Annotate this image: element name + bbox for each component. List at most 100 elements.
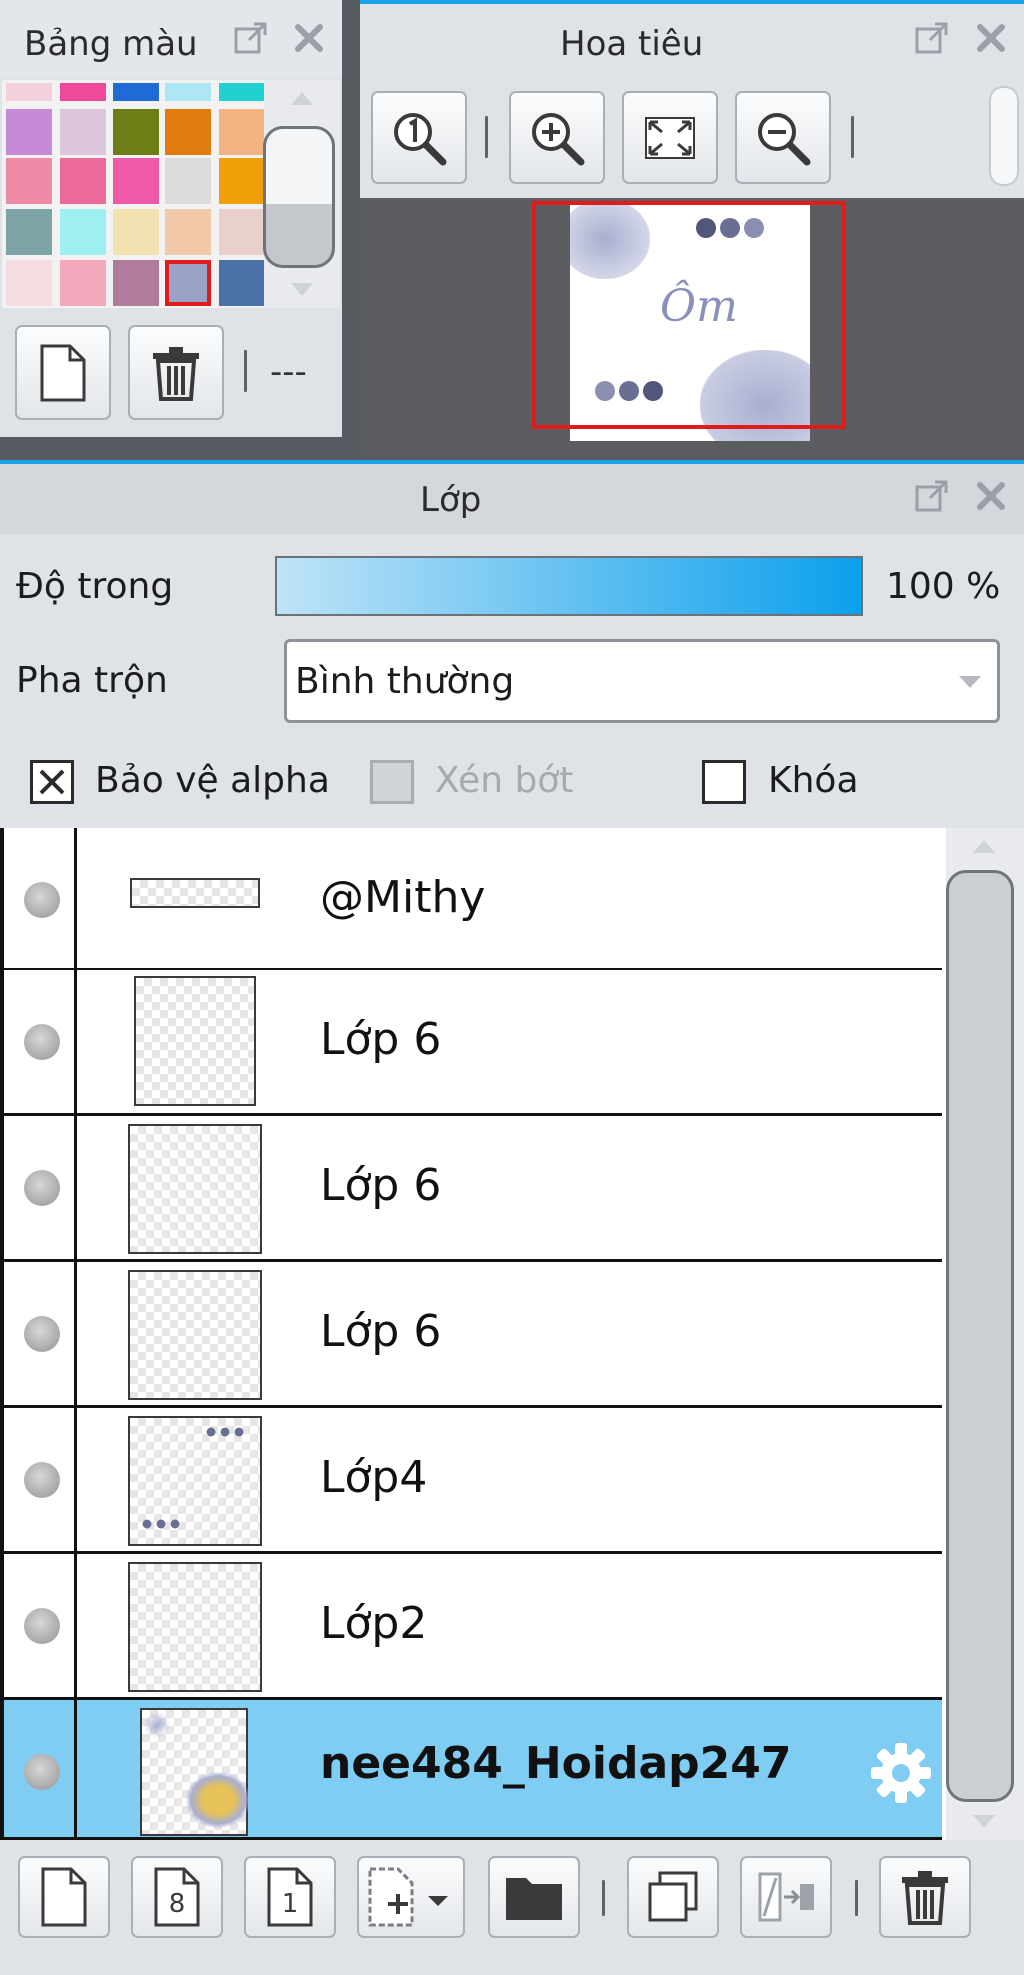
palette-add-color-button[interactable] bbox=[15, 325, 111, 420]
color-swatch[interactable] bbox=[165, 209, 211, 255]
layers-title: Lớp bbox=[420, 480, 482, 520]
blend-mode-select[interactable]: Bình thường bbox=[284, 639, 1000, 723]
color-swatch[interactable] bbox=[60, 83, 106, 101]
palette-close-button[interactable] bbox=[286, 15, 332, 61]
palette-float-button[interactable] bbox=[228, 15, 274, 61]
visibility-toggle[interactable] bbox=[24, 1608, 60, 1644]
color-swatch[interactable] bbox=[6, 260, 52, 306]
visibility-toggle[interactable] bbox=[24, 1754, 60, 1790]
palette-delete-color-button[interactable] bbox=[128, 325, 224, 420]
protect-alpha-label: Bảo vệ alpha bbox=[95, 760, 330, 801]
new-layer-button[interactable] bbox=[18, 1856, 110, 1938]
layer-row[interactable]: Lớp4 bbox=[4, 1408, 942, 1554]
new-page-icon bbox=[41, 1867, 87, 1927]
scroll-down-arrow-icon[interactable] bbox=[970, 1812, 998, 1832]
opacity-slider[interactable] bbox=[275, 556, 863, 616]
color-swatch[interactable] bbox=[60, 260, 106, 306]
lock-checkbox[interactable] bbox=[702, 760, 746, 804]
blend-mode-label: Pha trộn bbox=[16, 660, 168, 701]
merge-down-button[interactable] bbox=[740, 1856, 832, 1938]
layers-close-button[interactable] bbox=[968, 473, 1014, 519]
row-divider bbox=[74, 970, 77, 1113]
layer-name: Lớp 6 bbox=[320, 1014, 442, 1065]
color-swatch[interactable] bbox=[60, 158, 106, 204]
new-8bit-layer-icon: 8 bbox=[154, 1867, 200, 1927]
popout-icon bbox=[915, 22, 948, 54]
new-1bit-layer-icon: 1 bbox=[267, 1867, 313, 1927]
layer-row[interactable]: Lớp 6 bbox=[4, 1116, 942, 1262]
navigator-close-button[interactable] bbox=[968, 15, 1014, 61]
palette-scroll-thumb[interactable] bbox=[263, 126, 335, 268]
color-swatch[interactable] bbox=[219, 260, 265, 306]
popout-icon bbox=[234, 22, 267, 54]
new-folder-button[interactable] bbox=[488, 1856, 580, 1938]
scroll-up-arrow-icon[interactable] bbox=[288, 88, 316, 108]
layers-float-button[interactable] bbox=[909, 473, 955, 519]
gear-icon[interactable] bbox=[866, 1738, 936, 1808]
visibility-toggle[interactable] bbox=[24, 1170, 60, 1206]
visibility-toggle[interactable] bbox=[24, 1316, 60, 1352]
zoom-out-button[interactable] bbox=[735, 91, 831, 184]
navigator-title: Hoa tiêu bbox=[560, 24, 704, 64]
scroll-up-arrow-icon[interactable] bbox=[970, 836, 998, 856]
layers-header bbox=[0, 464, 1024, 534]
new-8bit-layer-label: 8 bbox=[169, 1889, 186, 1919]
color-swatch[interactable] bbox=[60, 109, 106, 155]
layer-row[interactable]: nee484_Hoidap247 bbox=[4, 1700, 942, 1840]
color-swatch[interactable] bbox=[219, 109, 265, 155]
palette-dash: --- bbox=[270, 352, 307, 392]
new-1bit-layer-button[interactable]: 1 bbox=[244, 1856, 336, 1938]
color-swatch[interactable] bbox=[113, 158, 159, 204]
folder-icon bbox=[506, 1878, 562, 1920]
color-swatch[interactable] bbox=[113, 260, 159, 306]
lock-label: Khóa bbox=[768, 760, 859, 801]
nav-separator-1 bbox=[485, 116, 488, 158]
layer-thumbnail bbox=[140, 1708, 250, 1836]
add-layer-dropdown-button[interactable] bbox=[357, 1856, 465, 1938]
row-divider bbox=[74, 1700, 77, 1837]
color-swatch[interactable] bbox=[6, 158, 52, 204]
chevron-down-icon bbox=[959, 676, 981, 688]
color-swatch[interactable] bbox=[219, 158, 265, 204]
delete-layer-button[interactable] bbox=[879, 1856, 971, 1938]
navigator-scroll-handle[interactable] bbox=[989, 86, 1019, 186]
color-swatch[interactable] bbox=[113, 209, 159, 255]
visibility-toggle[interactable] bbox=[24, 1462, 60, 1498]
color-swatch[interactable] bbox=[165, 109, 211, 155]
layer-name: @Mithy bbox=[320, 872, 486, 923]
merge-down-icon bbox=[758, 1872, 814, 1922]
layer-row[interactable]: Lớp2 bbox=[4, 1554, 942, 1700]
layer-row[interactable]: Lớp 6 bbox=[4, 970, 942, 1116]
color-swatch[interactable] bbox=[6, 83, 52, 101]
zoom-in-button[interactable] bbox=[509, 91, 605, 184]
close-icon bbox=[295, 24, 323, 52]
color-swatch[interactable] bbox=[165, 158, 211, 204]
row-divider bbox=[74, 1554, 77, 1697]
fit-to-window-button[interactable] bbox=[622, 91, 718, 184]
color-swatch[interactable] bbox=[6, 109, 52, 155]
color-swatch[interactable] bbox=[113, 83, 159, 101]
duplicate-layer-button[interactable] bbox=[627, 1856, 719, 1938]
scroll-down-arrow-icon[interactable] bbox=[288, 280, 316, 300]
layer-thumbnail bbox=[134, 976, 256, 1106]
color-swatch[interactable] bbox=[219, 209, 265, 255]
color-swatch[interactable] bbox=[60, 209, 106, 255]
protect-alpha-checkbox[interactable] bbox=[30, 760, 74, 804]
zoom-actual-size-button[interactable] bbox=[371, 91, 467, 184]
new-8bit-layer-button[interactable]: 8 bbox=[131, 1856, 223, 1938]
layer-thumbnail bbox=[128, 1416, 262, 1546]
visibility-toggle[interactable] bbox=[24, 1024, 60, 1060]
color-swatch[interactable] bbox=[219, 83, 265, 101]
color-swatch[interactable] bbox=[165, 83, 211, 101]
visibility-toggle[interactable] bbox=[24, 882, 60, 918]
navigator-float-button[interactable] bbox=[909, 15, 955, 61]
navigator-view-frame[interactable] bbox=[532, 201, 846, 429]
color-swatch[interactable] bbox=[6, 209, 52, 255]
layer-row[interactable]: @Mithy bbox=[4, 828, 942, 971]
layer-list-scroll-thumb[interactable] bbox=[946, 870, 1014, 1802]
opacity-slider-fill bbox=[277, 558, 861, 614]
color-swatch[interactable] bbox=[113, 109, 159, 155]
color-swatch[interactable] bbox=[165, 260, 211, 306]
close-icon bbox=[977, 482, 1005, 510]
layer-row[interactable]: Lớp 6 bbox=[4, 1262, 942, 1408]
